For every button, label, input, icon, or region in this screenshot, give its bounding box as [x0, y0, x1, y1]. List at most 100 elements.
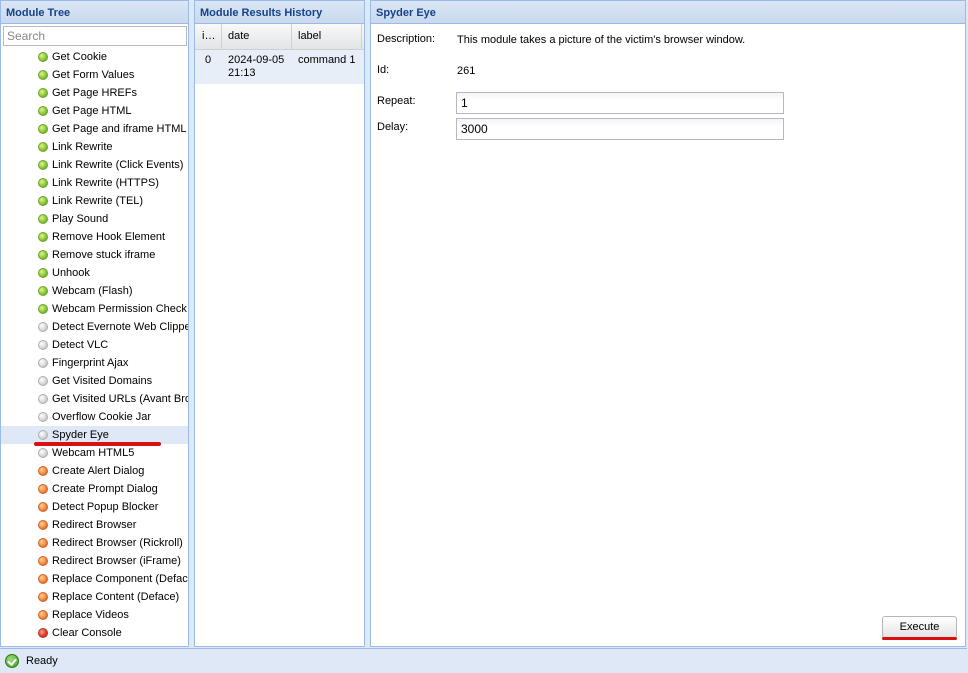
tree-item-label: Detect Evernote Web Clipper	[52, 321, 188, 333]
green-status-dot-icon	[38, 142, 48, 152]
tree-item-label: Detect VLC	[52, 339, 109, 351]
module-tree-title: Module Tree	[1, 1, 188, 24]
tree-item[interactable]: Redirect Browser (Rickroll)	[1, 534, 188, 552]
tree-item[interactable]: Get Form Values	[1, 66, 188, 84]
tree-item[interactable]: Replace Content (Deface)	[1, 588, 188, 606]
results-history-title: Module Results History	[195, 1, 364, 24]
tree-item-label: Redirect Browser (Rickroll)	[52, 537, 183, 549]
tree-item[interactable]: Link Rewrite (TEL)	[1, 192, 188, 210]
results-history-panel: Module Results History i… date label 0 2…	[194, 0, 365, 647]
green-status-dot-icon	[38, 52, 48, 62]
grey-status-dot-icon	[38, 430, 48, 440]
orange-status-dot-icon	[38, 502, 48, 512]
tree-item-label: Get Page HREFs	[52, 87, 137, 99]
row-date: 2024-09-05 21:13	[228, 54, 285, 79]
grey-status-dot-icon	[38, 322, 48, 332]
tree-item-label: Fingerprint Ajax	[52, 357, 129, 369]
tree-item[interactable]: Webcam (Flash)	[1, 282, 188, 300]
grey-status-dot-icon	[38, 448, 48, 458]
tree-item[interactable]: Redirect Browser (iFrame)	[1, 552, 188, 570]
tree-item[interactable]: Detect Popup Blocker	[1, 498, 188, 516]
tree-item-label: Remove stuck iframe	[52, 249, 156, 261]
tree-item[interactable]: Clear Console	[1, 624, 188, 642]
tree-item-label: Detect Popup Blocker	[52, 501, 159, 513]
tree-item-label: Get Form Values	[52, 69, 135, 81]
tree-item[interactable]: Link Rewrite (Click Events)	[1, 156, 188, 174]
tree-item[interactable]: Link Rewrite	[1, 138, 188, 156]
tree-item-label: Webcam HTML5	[52, 447, 135, 459]
tree-item[interactable]: Detect Evernote Web Clipper	[1, 318, 188, 336]
tree-item-label: Replace Component (Deface)	[52, 573, 188, 585]
orange-status-dot-icon	[38, 592, 48, 602]
tree-item-label: Remove Hook Element	[52, 231, 166, 243]
app-frame: Module Tree Fingerprint BrowserGet Cooki…	[0, 0, 968, 673]
tree-item[interactable]: Create Alert Dialog	[1, 462, 188, 480]
tree-item[interactable]: Get Page HREFs	[1, 84, 188, 102]
grey-status-dot-icon	[38, 340, 48, 350]
row-id: 0	[205, 54, 212, 66]
tree-item[interactable]: Spyder Eye	[1, 426, 188, 446]
tree-item-label: Webcam (Flash)	[52, 285, 133, 297]
tree-item-label: Link Rewrite (HTTPS)	[52, 177, 159, 189]
tree-item[interactable]: Unhook	[1, 264, 188, 282]
table-row[interactable]: 0 2024-09-05 21:13 command 1	[195, 50, 364, 84]
tree-item[interactable]: Replace Videos	[1, 606, 188, 624]
tree-item[interactable]: Get Visited URLs (Avant Browser)	[1, 390, 188, 408]
tree-item-label: Unhook	[52, 267, 90, 279]
tree-item[interactable]: Get Page and iframe HTML	[1, 120, 188, 138]
tree-item[interactable]: Remove Hook Element	[1, 228, 188, 246]
tree-item[interactable]: Get Visited Domains	[1, 372, 188, 390]
tree-item[interactable]: Detect VLC	[1, 336, 188, 354]
column-header-label[interactable]: label	[292, 24, 362, 49]
orange-status-dot-icon	[38, 574, 48, 584]
module-detail-panel: Spyder Eye Description: This module take…	[370, 0, 966, 647]
tree-item[interactable]: Replace Component (Deface)	[1, 570, 188, 588]
tree-item-label: Link Rewrite	[52, 141, 113, 153]
id-value: 261	[457, 65, 476, 77]
green-status-dot-icon	[38, 250, 48, 260]
green-status-dot-icon	[38, 88, 48, 98]
tree-item[interactable]: Play Sound	[1, 210, 188, 228]
tree-item[interactable]: Get Cookie	[1, 48, 188, 66]
tree-item[interactable]: Fingerprint Ajax	[1, 354, 188, 372]
orange-status-dot-icon	[38, 484, 48, 494]
id-label: Id:	[377, 64, 390, 76]
tree-item[interactable]: Create Prompt Dialog	[1, 480, 188, 498]
column-header-id[interactable]: i…	[195, 24, 222, 49]
tree-item[interactable]: Link Rewrite (HTTPS)	[1, 174, 188, 192]
tree-item-label: Spyder Eye	[52, 429, 109, 441]
repeat-field[interactable]	[456, 92, 784, 114]
history-grid-header: i… date label	[195, 24, 364, 50]
tree-item-label: Create Prompt Dialog	[52, 483, 158, 495]
tree-item-label: Redirect Browser (iFrame)	[52, 555, 181, 567]
green-status-dot-icon	[38, 286, 48, 296]
grey-status-dot-icon	[38, 412, 48, 422]
tree-item-label: Get Page and iframe HTML	[52, 123, 187, 135]
column-header-date[interactable]: date	[222, 24, 292, 49]
check-circle-icon	[5, 654, 19, 668]
tree-item[interactable]: Get Page HTML	[1, 102, 188, 120]
tree-item[interactable]: Webcam HTML5	[1, 444, 188, 462]
tree-item[interactable]: Webcam Permission Check	[1, 300, 188, 318]
module-tree-panel: Module Tree Fingerprint BrowserGet Cooki…	[0, 0, 189, 647]
tree-item[interactable]: Remove stuck iframe	[1, 246, 188, 264]
search-box	[2, 25, 188, 47]
grey-status-dot-icon	[38, 358, 48, 368]
grey-status-dot-icon	[38, 376, 48, 386]
green-status-dot-icon	[38, 232, 48, 242]
tree-item[interactable]: Overflow Cookie Jar	[1, 408, 188, 426]
execute-button[interactable]: Execute	[882, 616, 957, 638]
tree-item-label: Play Sound	[52, 213, 109, 225]
tree-item[interactable]: Redirect Browser	[1, 516, 188, 534]
search-input[interactable]	[3, 26, 187, 46]
tree-item-label: Get Cookie	[52, 51, 108, 63]
tree-item-label: Get Page HTML	[52, 105, 132, 117]
orange-status-dot-icon	[38, 610, 48, 620]
green-status-dot-icon	[38, 214, 48, 224]
tree-item-label: Redirect Browser	[52, 519, 137, 531]
delay-field[interactable]	[456, 118, 784, 140]
tree-item-label: Replace Videos	[52, 609, 129, 621]
tree-item-label: Clear Console	[52, 627, 122, 639]
execute-highlight-mark	[882, 637, 957, 640]
module-detail-title: Spyder Eye	[371, 1, 965, 24]
